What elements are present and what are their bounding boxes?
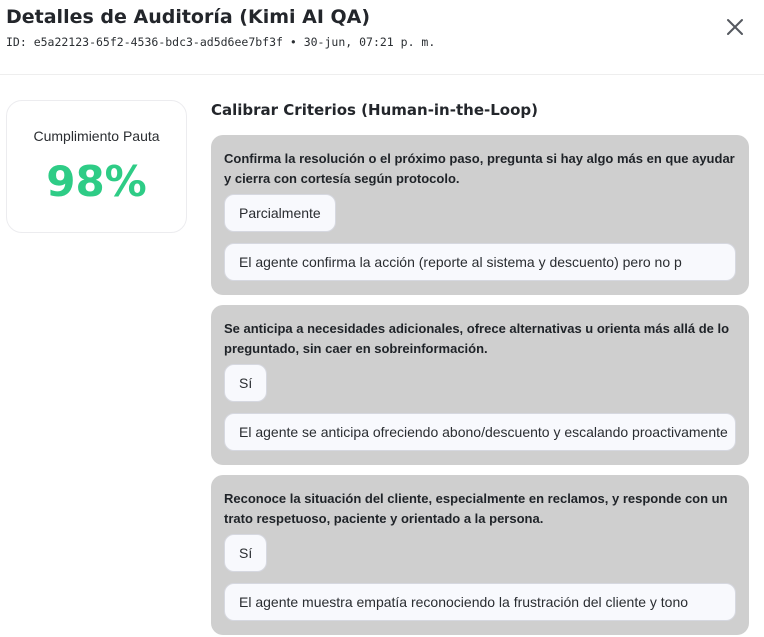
modal-title: Detalles de Auditoría (Kimi AI QA) [6,6,371,28]
verdict-select[interactable]: Sí [224,364,268,402]
compliance-score-card: Cumplimiento Pauta 98% [6,100,187,233]
criterion-text: Reconoce la situación del cliente, espec… [224,491,728,526]
criterion-card: Se anticipa a necesidades adicionales, o… [211,305,749,465]
modal-header: Detalles de Auditoría (Kimi AI QA) ID: e… [0,0,764,75]
criterion-card: Reconoce la situación del cliente, espec… [211,475,749,635]
criterion-text: Confirma la resolución o el próximo paso… [224,151,735,186]
verdict-select[interactable]: Sí [224,534,268,572]
criterion-card: Confirma la resolución o el próximo paso… [211,135,749,295]
score-label: Cumplimiento Pauta [33,128,160,144]
criterion-text: Se anticipa a necesidades adicionales, o… [224,321,730,356]
close-button[interactable] [722,14,748,40]
justification-input[interactable]: El agente muestra empatía reconociendo l… [224,583,736,621]
score-value: 98% [46,157,147,206]
justification-input[interactable]: El agente confirma la acción (reporte al… [224,243,736,281]
section-title: Calibrar Criterios (Human-in-the-Loop) [211,101,538,119]
verdict-select[interactable]: Parcialmente [224,194,336,232]
audit-id-timestamp: ID: e5a22123-65f2-4536-bdc3-ad5d6ee7bf3f… [6,35,436,49]
close-icon [727,19,743,35]
justification-input[interactable]: El agente se anticipa ofreciendo abono/d… [224,413,736,451]
